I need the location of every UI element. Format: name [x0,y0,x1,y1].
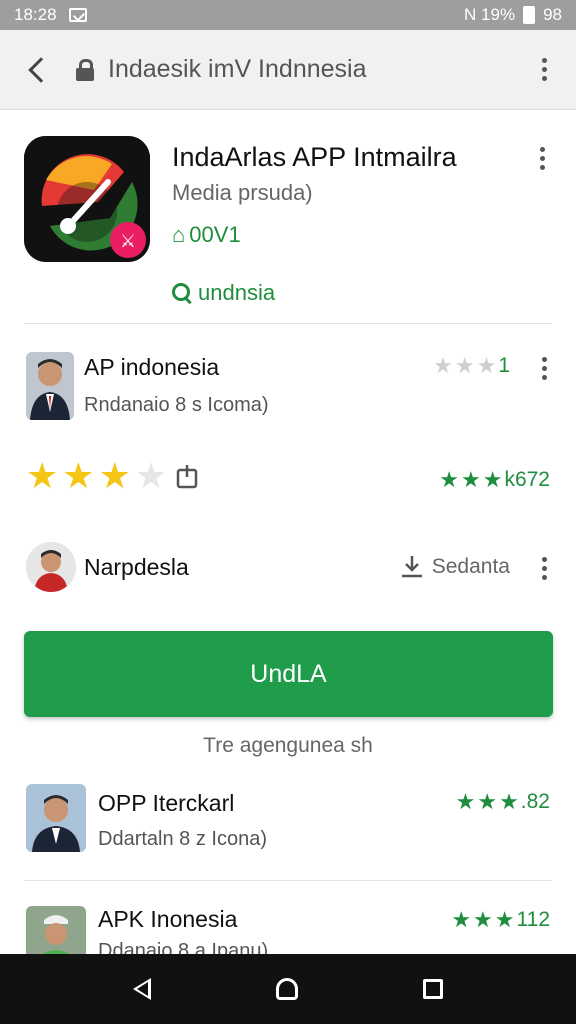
list-item-name: APK Inonesia [98,906,238,932]
list-item-rating-text: 112 [516,908,550,931]
notification-icon [68,8,87,22]
list-item-rating: ★ ★ ★ 112 [451,908,550,932]
star-icon: ★ [26,455,59,496]
battery-text: 98 [543,5,562,24]
star-icon: ★ [98,455,131,496]
svg-text:⚔: ⚔ [120,231,136,252]
app-search-text: undnsia [198,280,276,305]
url-text[interactable]: Indaesik imV Indnnesia [108,55,524,84]
star-icon: ★ [454,353,475,378]
review-name: AP indonesia [84,354,220,380]
nav-back-icon[interactable] [132,978,151,1000]
star-icon: ★ [482,467,503,492]
review-rating: ★ ★ ★ 1 [433,354,510,378]
star-icon: ★ [439,467,459,492]
list-item-rating: ★ ★ ★ .82 [456,790,550,814]
status-bar: 18:28 N 19% 98 [0,0,576,30]
star-icon: ★ [476,353,497,378]
star-icon: ★ [451,907,472,932]
rating-count: ★ ★ ★ k672 [439,468,550,492]
more-vert-icon[interactable] [524,348,564,388]
share-icon[interactable] [173,462,201,490]
caption-text: Tre agengunea sh [203,734,373,757]
app-logo: ⚔ [24,136,150,262]
app-header: ⚔ IndaArlas APP Intmailra Media prsuda) … [0,112,576,324]
rating-stars[interactable]: ★ ★ ★ ★ [26,458,201,494]
navigation-bar [0,954,576,1024]
review-rating-text: 1 [498,354,510,377]
more-vert-icon[interactable] [522,138,562,178]
status-time: 18:28 [14,5,57,24]
app-subtitle: Media prsuda) [172,180,313,205]
install-button[interactable]: UndLA [24,631,553,717]
app-bar: Indaesik imV Indnnesia [0,30,576,110]
more-vert-icon[interactable] [524,548,564,588]
divider [24,880,552,881]
developer-name: Narpdesla [84,554,189,580]
star-icon: ★ [499,789,519,814]
divider [24,323,552,324]
avatar [26,784,86,852]
back-arrow-icon[interactable] [0,30,76,110]
rating-count-text: k672 [504,468,550,491]
more-vert-icon[interactable] [524,50,564,90]
app-code-text: 00V1 [189,222,241,247]
download-icon: ⌂ [172,222,186,247]
app-title: IndaArlas APP Intmailra [172,142,457,172]
star-icon: ★ [460,467,481,492]
list-item-name: OPP Iterckarl [98,790,235,816]
nav-recents-icon[interactable] [423,979,444,999]
avatar [26,542,76,592]
star-icon: ★ [473,907,493,932]
lock-icon [76,58,94,81]
developer-action-text: Sedanta [431,555,510,578]
star-icon: ★ [494,907,515,932]
app-code: ⌂ 00V1 [172,222,241,248]
search-icon [172,283,192,303]
review-sub: Rndanaio 8 s Icoma) [84,394,269,416]
list-item-rating-text: .82 [520,790,550,813]
star-icon: ★ [433,353,453,378]
battery-icon [523,6,536,24]
app-search-link[interactable]: undnsia [172,280,275,306]
list-item-sub: Ddartaln 8 z Icona) [98,828,267,850]
star-icon: ★ [62,455,95,496]
nav-home-icon[interactable] [275,978,298,1000]
download-icon [401,556,422,578]
avatar [26,352,74,420]
star-icon: ★ [455,789,476,814]
developer-action[interactable]: Sedanta [400,554,510,580]
signal-status-text: N 19% [464,5,516,24]
star-icon: ★ [477,789,498,814]
star-icon: ★ [134,455,168,496]
